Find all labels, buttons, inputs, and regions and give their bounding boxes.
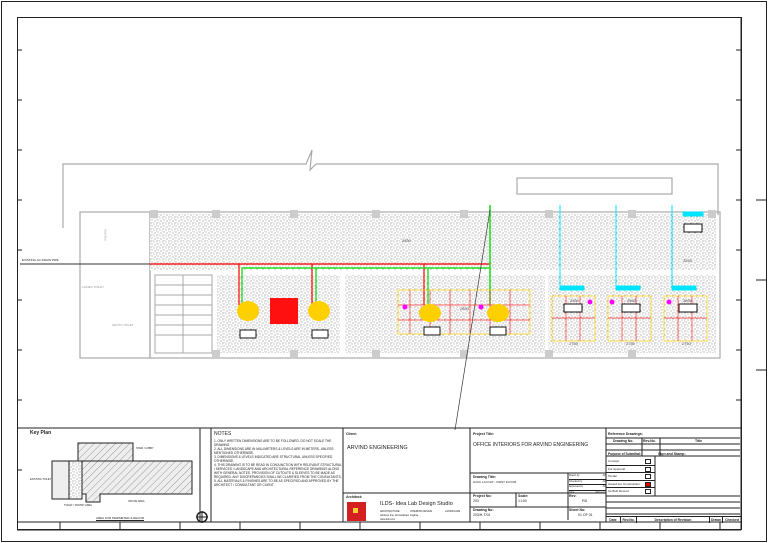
revision-col: Drawn [710,517,723,523]
architect-logo [347,502,366,521]
project-no: 203 [473,499,479,503]
note-item: 5. ALL MATERIALS & FINISHES ARE TO BE AS… [214,479,339,487]
reference-col: Title [695,439,703,443]
purpose-item[interactable]: Concept [606,458,655,466]
purpose-item-label: Issued For Construction [608,481,640,486]
purpose-item-label: Tender [608,474,618,478]
client-name: ARVIND ENGINEERING [347,445,408,451]
room-label: GENTS TOILET [112,323,134,327]
revision-col: Checked [725,518,739,522]
purpose-list: Concept For Approval Tender Issued For C… [606,458,655,496]
level-tag: 2850 [402,238,411,243]
key-plan-title: Key Plan [30,430,52,436]
purpose-item[interactable]: As Built Record [606,488,655,496]
signoff-role: Checked by [569,479,583,483]
purpose-item[interactable]: Tender [606,473,655,481]
corridor-area [150,214,716,270]
revision-col: Rev.No. [621,517,637,523]
note-item: 1. ONLY WRITTEN DIMENSIONS ARE TO BE FOL… [214,439,332,447]
key-plan-caption: AREA FOR PERIMETER & DECOR [96,516,145,520]
note-item: 2. ALL DIMENSIONS ARE IN MILLIMETERS & L… [214,447,334,455]
key-plan-graphic [51,442,208,523]
drawing-title: HVAC LAYOUT - FIRST FLOOR [473,480,517,484]
key-plan-label: OFFICE AREA [128,500,145,503]
conference-table [270,298,298,324]
architect-contact: www.ilds.com [380,518,396,521]
level-tag: 2850 [683,298,692,303]
level-tag: 2750 [626,341,635,346]
purpose-item-label: For Approval [608,466,626,471]
level-tag: 2850 [683,258,692,263]
purpose-checkbox[interactable] [645,466,651,472]
drawing-no: 203/H-T/01 [473,513,491,517]
level-tag: 2850 [460,306,469,311]
sign-stamp-label: Sign and Stamp: [658,452,686,456]
sheet-no: 01 OF 01 [578,513,593,517]
signoff-value: dd/mm/yy [595,490,606,494]
purpose-checkbox[interactable] [645,459,651,464]
key-plan-label: STAIR / LOBBY [136,447,154,450]
level-tag: 2750 [682,341,691,346]
rev-value: R0 [582,498,588,503]
note-item: 4. THIS DRAWING IS TO BE READ IN CONJUNC… [214,463,342,479]
notes-title: NOTES [214,431,232,437]
signoff-table: Drawn by AK Checked by AK Approved by AK Da… [569,474,606,495]
architect-firm: ILDS- Idea Lab Design Studio [380,501,453,507]
room-label: PANTRY [103,228,108,241]
reference-col: Rev.No. [643,439,656,443]
key-plan-label: TOILET / PANTRY AREA [64,504,92,507]
client-label: Client: [346,432,357,436]
notes-block: NOTES 1. ONLY WRITTEN DIMENSIONS ARE TO … [214,431,342,487]
purpose-item-label: Concept [608,459,620,463]
level-tag: 2750 [569,341,578,346]
purpose-checkbox[interactable] [645,474,651,479]
purpose-item-label: As Built Record [608,489,629,493]
level-tag: 2850 [570,298,579,303]
project-title-label: Project Title: [473,432,495,436]
revision-col: Date [606,517,621,523]
signoff-role: Approved by [569,485,584,488]
scale-value: 1:100 [518,499,527,503]
room-label: LADIES TOILET [82,285,104,289]
signoff-role: Drawn by [569,474,580,477]
key-plan-label: EXISTING TOILET [30,478,52,481]
purpose-checkbox[interactable] [645,489,651,494]
reference-col: Drawing No. [613,439,634,443]
rev-label: Rev: [569,494,577,498]
level-tag: 2850 [627,298,636,303]
note-item: 3. DIMENSIONS & LEVELS INDICATED ARE STR… [214,455,333,463]
revision-header: Date Rev.No. Description of Revision Dra… [606,516,741,523]
pipe-annotation: EXISTING AC DRAIN PIPE [22,258,59,262]
purpose-item[interactable]: For Approval [606,466,655,473]
revision-col: Description of Revision [637,517,710,523]
architect-service: LANDSCAPE [445,510,461,513]
stair [154,274,213,354]
purpose-item[interactable]: Issued For Construction [606,481,655,488]
project-title: OFFICE INTERIORS FOR ARVIND ENGINEERING [473,442,589,448]
purpose-checkbox-checked[interactable] [645,481,651,487]
architect-label: Architect: [346,495,363,499]
purpose-label: Purpose of Submittal: [608,452,642,456]
reference-label: Reference Drawings: [608,432,643,436]
